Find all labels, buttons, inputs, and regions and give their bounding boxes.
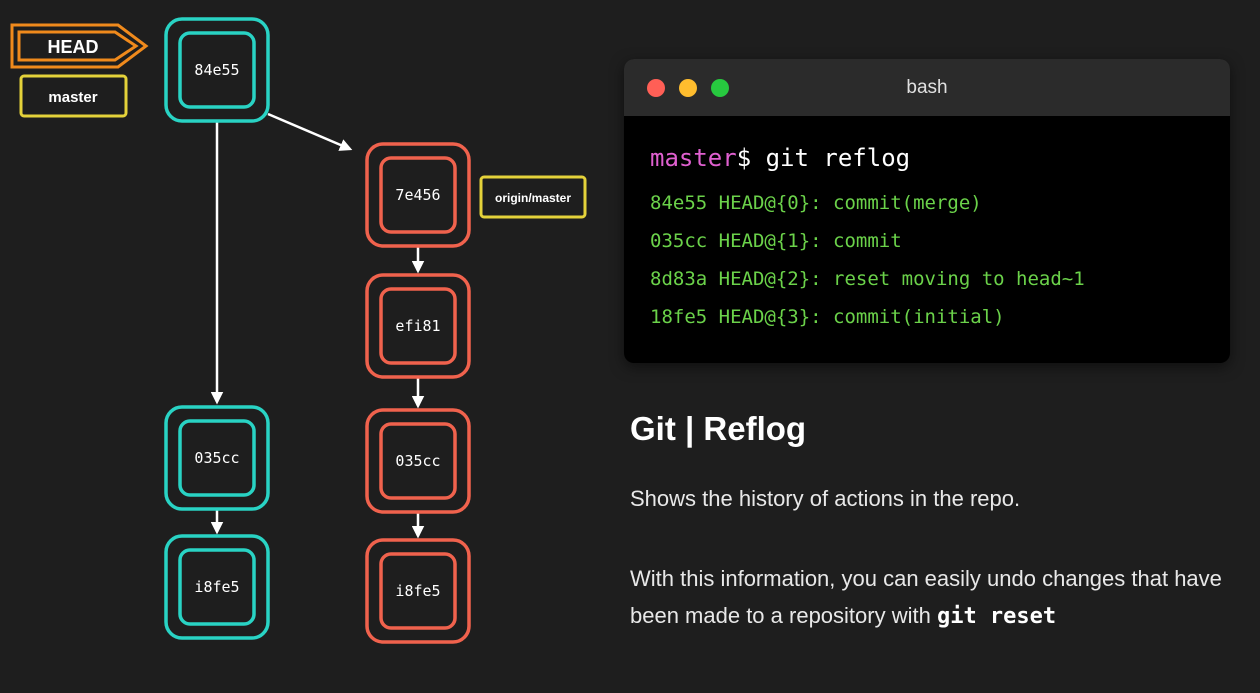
prompt-symbol: $: [736, 144, 766, 172]
terminal-output: master$ git reflog 84e55 HEAD@{0}: commi…: [624, 116, 1230, 336]
terminal-window: bash master$ git reflog 84e55 HEAD@{0}: …: [624, 59, 1230, 363]
prompt-command: git reflog: [765, 144, 911, 172]
commit-node: 7e456: [365, 142, 471, 248]
section-title: Git | Reflog: [630, 410, 807, 447]
commit-node: 84e55: [164, 17, 270, 123]
origin-master-tag: origin/master: [479, 175, 587, 219]
terminal-prompt: master$ git reflog: [650, 144, 1230, 172]
commit-node: i8fe5: [365, 538, 471, 644]
origin-master-label: origin/master: [495, 191, 571, 205]
description-paragraph: Shows the history of actions in the repo…: [630, 486, 1021, 511]
commit-hash: efi81: [395, 317, 440, 335]
git-reset-code: git reset: [936, 604, 1057, 629]
edge-84e55-7e456: [267, 112, 353, 151]
commit-node: 035cc: [164, 405, 270, 511]
usage-text: With this information, you can easily un…: [630, 566, 1222, 628]
commit-node: i8fe5: [164, 534, 270, 640]
commit-node: 035cc: [365, 408, 471, 514]
reflog-entry: 035cc HEAD@{1}: commit: [650, 230, 902, 252]
reflog-entry: 8d83a HEAD@{2}: reset moving to head~1: [650, 268, 1085, 290]
master-label: master: [48, 89, 97, 106]
commit-graph: HEAD master origin/master 84e55 035cc i8…: [10, 17, 587, 644]
commit-node: efi81: [365, 273, 471, 379]
commit-hash: 84e55: [194, 61, 239, 79]
master-branch-tag: master: [19, 74, 128, 118]
commit-hash: 7e456: [395, 186, 440, 204]
reflog-entry: 84e55 HEAD@{0}: commit(merge): [650, 192, 982, 214]
commit-hash: i8fe5: [395, 582, 440, 600]
commit-hash: 035cc: [194, 449, 239, 467]
usage-paragraph: With this information, you can easily un…: [630, 560, 1230, 635]
head-label: HEAD: [47, 37, 98, 57]
commit-hash: 035cc: [395, 452, 440, 470]
reflog-entry: 18fe5 HEAD@{3}: commit(initial): [650, 306, 1005, 328]
commit-hash: i8fe5: [194, 578, 239, 596]
prompt-branch: master: [650, 144, 737, 172]
terminal-title: bash: [906, 77, 948, 98]
head-pointer: HEAD: [10, 23, 149, 69]
terminal-title-bar: bash: [624, 59, 1230, 116]
